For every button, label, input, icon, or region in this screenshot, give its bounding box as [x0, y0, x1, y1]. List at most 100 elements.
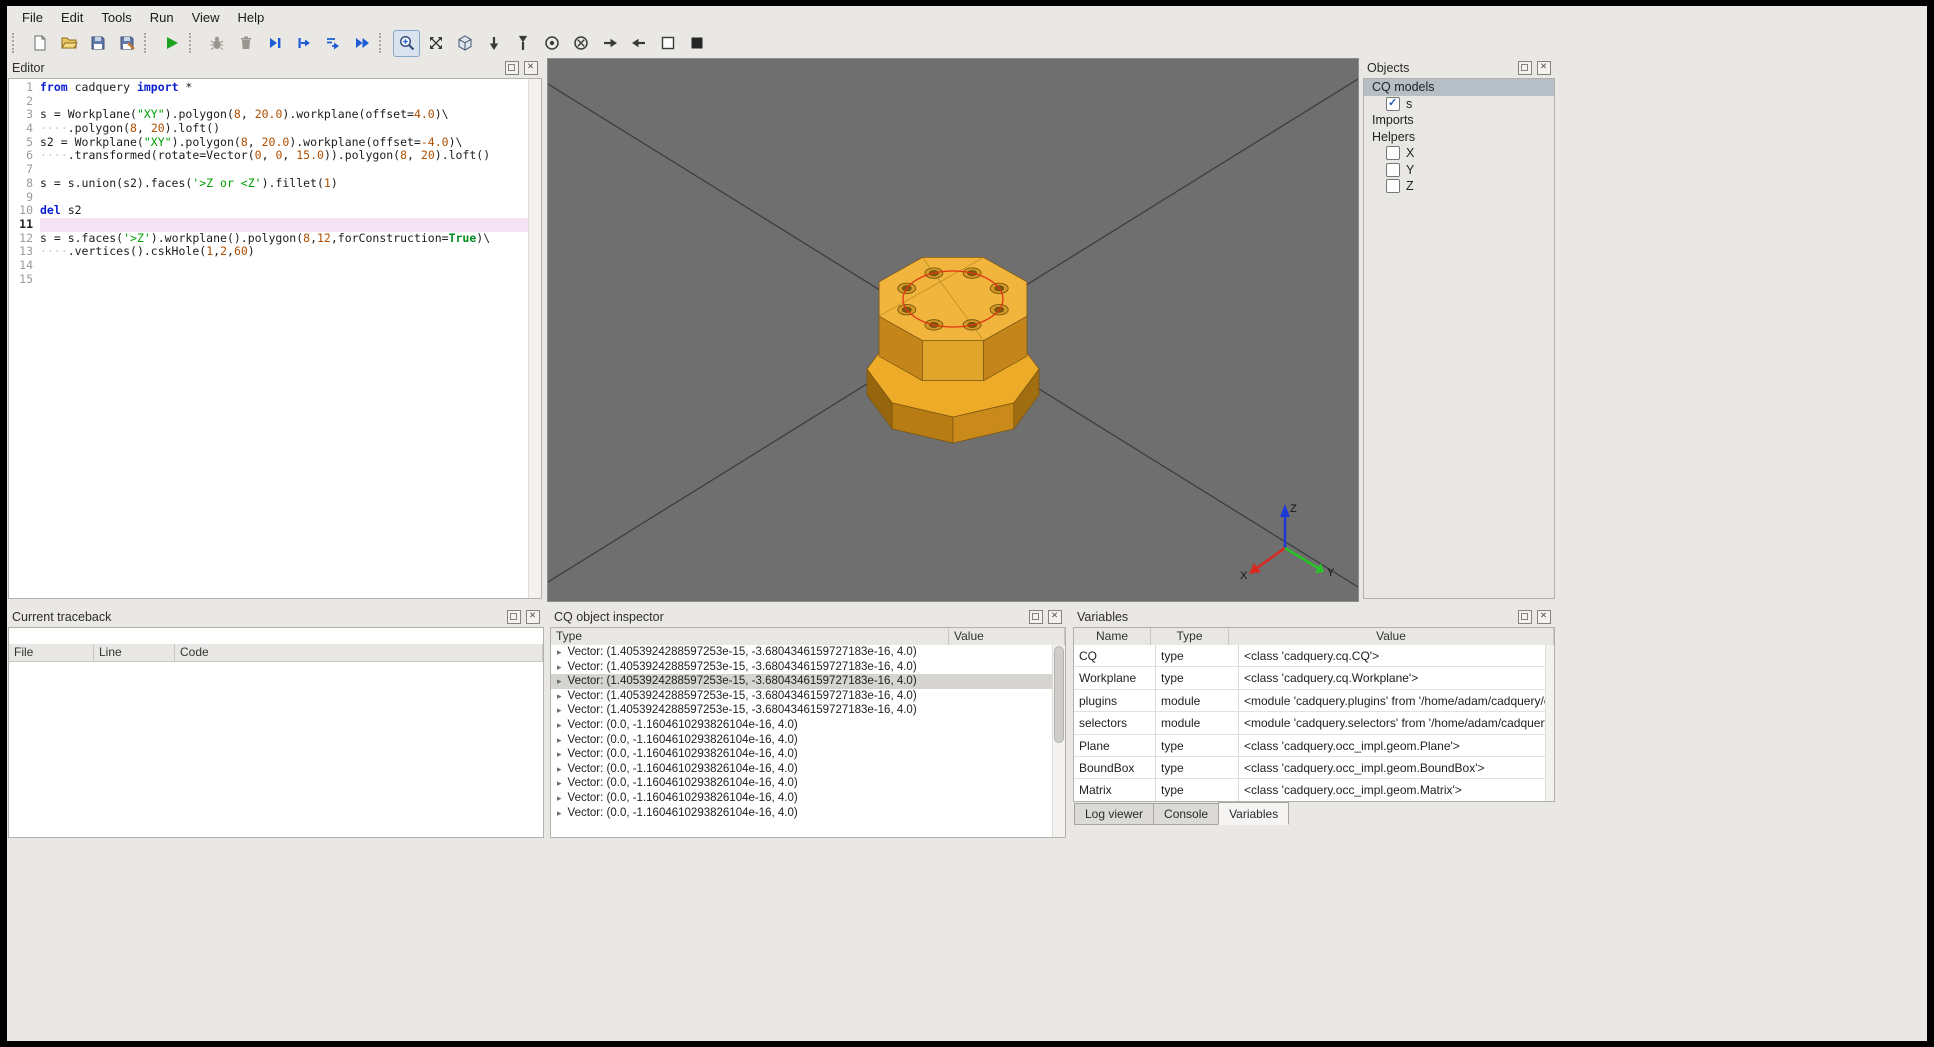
column-header-value[interactable]: Value — [949, 628, 1065, 646]
step-icon — [269, 38, 280, 48]
toolbar — [7, 28, 1929, 58]
editor-scrollbar[interactable] — [528, 79, 541, 598]
variable-row[interactable]: selectors module <module 'cadquery.selecto… — [1074, 712, 1546, 735]
float-panel-icon[interactable] — [1029, 610, 1043, 624]
column-header-line[interactable]: Line — [94, 644, 175, 662]
toolbar-handle[interactable] — [189, 33, 197, 53]
tab-log-viewer[interactable]: Log viewer — [1074, 803, 1155, 825]
toolbar-handle[interactable] — [12, 33, 20, 53]
column-header-value[interactable]: Value — [1229, 628, 1554, 646]
cad-model[interactable] — [866, 257, 1040, 444]
inspector-row[interactable]: Vector: (1.4053924288597253e-15, -3.6804… — [551, 660, 1053, 675]
editor-content[interactable]: 1 from cadquery import * 2 3 s = Workplane("… — [8, 78, 542, 599]
line-number: 12 — [19, 230, 33, 245]
inspector-row[interactable]: Vector: (0.0, -1.1604610293826104e-16, 4… — [551, 762, 1053, 777]
float-panel-icon[interactable] — [1518, 61, 1532, 75]
inspector-row[interactable]: Vector: (0.0, -1.1604610293826104e-16, 4… — [551, 791, 1053, 806]
tree-item-x[interactable]: X — [1364, 145, 1554, 162]
float-panel-icon[interactable] — [507, 610, 521, 624]
checkbox-y[interactable] — [1386, 162, 1400, 177]
close-panel-icon[interactable] — [526, 610, 540, 624]
variable-row[interactable]: plugins module <module 'cadquery.plugins' … — [1074, 689, 1546, 713]
inspector-row[interactable]: Vector: (0.0, -1.1604610293826104e-16, 4… — [551, 718, 1053, 733]
stop-debug-button[interactable] — [232, 30, 259, 57]
inspector-row[interactable]: Vector: (1.4053924288597253e-15, -3.6804… — [551, 689, 1053, 704]
step-into-button[interactable] — [290, 30, 317, 57]
inspector-row[interactable]: Vector: (0.0, -1.1604610293826104e-16, 4… — [551, 747, 1053, 762]
new-file-button[interactable] — [26, 30, 53, 57]
variable-row[interactable]: CQ type <class 'cadquery.cq.CQ'> — [1074, 645, 1546, 668]
view-left-button[interactable] — [625, 30, 652, 57]
float-panel-icon[interactable] — [505, 61, 519, 75]
tree-item-y[interactable]: Y — [1364, 162, 1554, 179]
checkbox-z[interactable] — [1386, 179, 1400, 194]
inspector-row[interactable]: Vector: (1.4053924288597253e-15, -3.6804… — [551, 703, 1053, 718]
inspector-row[interactable]: Vector: (0.0, -1.1604610293826104e-16, 4… — [551, 733, 1053, 748]
view-bottom-button[interactable] — [480, 30, 507, 57]
scrollbar-thumb[interactable] — [1054, 646, 1064, 743]
inspector-row[interactable]: Vector: (1.4053924288597253e-15, -3.6804… — [551, 674, 1053, 689]
view-back-button[interactable] — [567, 30, 594, 57]
menu-file[interactable]: File — [13, 8, 52, 27]
iso-view-button[interactable] — [451, 30, 478, 57]
checkbox-s[interactable] — [1386, 96, 1400, 111]
close-panel-icon[interactable] — [524, 61, 538, 75]
variables-panel-titlebar: Variables — [1072, 607, 1556, 627]
shaded-button[interactable] — [683, 30, 710, 57]
tree-item-s[interactable]: s — [1364, 96, 1554, 113]
view-top-button[interactable] — [509, 30, 536, 57]
render-button[interactable] — [158, 30, 185, 57]
column-header-type[interactable]: Type — [1151, 628, 1229, 646]
tree-item-imports[interactable]: Imports — [1364, 112, 1554, 129]
variable-row[interactable]: Workplane type <class 'cadquery.cq.Workpla… — [1074, 667, 1546, 690]
menu-help[interactable]: Help — [229, 8, 274, 27]
column-header-type[interactable]: Type — [551, 628, 949, 646]
menu-view[interactable]: View — [183, 8, 229, 27]
toolbar-handle[interactable] — [379, 33, 387, 53]
inspector-row[interactable]: Vector: (1.4053924288597253e-15, -3.6804… — [551, 645, 1053, 660]
variables-scrollbar[interactable] — [1545, 645, 1554, 801]
viewport-3d[interactable]: X Y Z — [547, 58, 1359, 602]
view-bottom-icon — [489, 37, 498, 50]
variable-row[interactable]: Matrix type <class 'cadquery.occ_impl.geom… — [1074, 779, 1546, 801]
open-file-icon — [60, 37, 78, 49]
variable-row[interactable]: Plane type <class 'cadquery.occ_impl.geom.… — [1074, 734, 1546, 757]
step-return-button[interactable] — [319, 30, 346, 57]
continue-button[interactable] — [348, 30, 375, 57]
checkbox-x[interactable] — [1386, 146, 1400, 161]
view-right-button[interactable] — [596, 30, 623, 57]
inspector-scrollbar[interactable] — [1052, 645, 1065, 837]
menu-bar: File Edit Tools Run View Help — [7, 6, 1933, 28]
zoom-fit-button[interactable] — [393, 29, 420, 57]
tab-console[interactable]: Console — [1153, 803, 1220, 825]
close-panel-icon[interactable] — [1048, 610, 1062, 624]
debug-button[interactable] — [203, 30, 230, 57]
step-return-icon — [326, 38, 339, 50]
tree-item-z[interactable]: Z — [1364, 178, 1554, 195]
close-panel-icon[interactable] — [1537, 610, 1551, 624]
vector-value: Vector: (0.0, -1.1604610293826104e-16, 4… — [567, 777, 798, 790]
tree-item-helpers[interactable]: Helpers — [1364, 129, 1554, 146]
tab-variables[interactable]: Variables — [1218, 802, 1290, 825]
column-header-name[interactable]: Name — [1074, 628, 1151, 646]
inspector-row[interactable]: Vector: (0.0, -1.1604610293826104e-16, 4… — [551, 776, 1053, 791]
toolbar-handle[interactable] — [144, 33, 152, 53]
code-editor[interactable]: 1 from cadquery import * 2 3 s = Workplane("… — [9, 79, 529, 598]
menu-run[interactable]: Run — [141, 8, 183, 27]
step-button[interactable] — [261, 30, 288, 57]
column-header-code[interactable]: Code — [175, 644, 543, 662]
tree-item-cq-models[interactable]: CQ models — [1364, 79, 1554, 96]
close-panel-icon[interactable] — [1537, 61, 1551, 75]
save-as-button[interactable] — [113, 30, 140, 57]
fit-all-button[interactable] — [422, 30, 449, 57]
float-panel-icon[interactable] — [1518, 610, 1532, 624]
inspector-row[interactable]: Vector: (0.0, -1.1604610293826104e-16, 4… — [551, 806, 1053, 821]
open-file-button[interactable] — [55, 30, 82, 57]
column-header-file[interactable]: File — [9, 644, 94, 662]
view-front-button[interactable] — [538, 30, 565, 57]
menu-edit[interactable]: Edit — [52, 8, 92, 27]
variable-row[interactable]: BoundBox type <class 'cadquery.occ_impl.ge… — [1074, 756, 1546, 780]
save-button[interactable] — [84, 30, 111, 57]
menu-tools[interactable]: Tools — [92, 8, 140, 27]
wireframe-button[interactable] — [654, 30, 681, 57]
